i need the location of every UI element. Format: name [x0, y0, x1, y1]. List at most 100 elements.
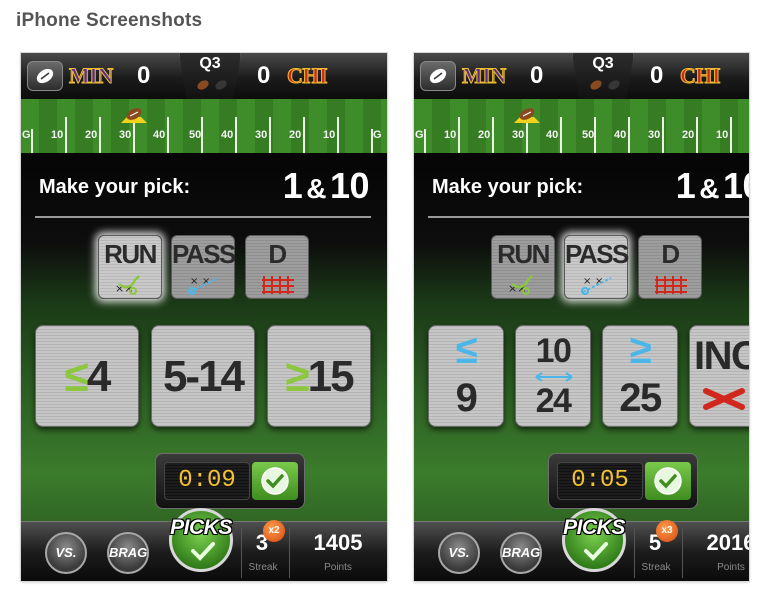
pick-timer: 0:09 — [155, 453, 305, 509]
yard-number: 30 — [648, 129, 661, 141]
less-equal-symbol: ≤ — [64, 352, 89, 401]
field-position-strip: G 10 20 30 40 50 40 30 20 10 G — [21, 99, 387, 153]
yard-line — [65, 117, 67, 153]
yard-number: 20 — [682, 129, 695, 141]
run-button[interactable]: RUN ×× — [491, 235, 555, 299]
incomplete-option[interactable]: INC — [689, 325, 749, 427]
ball-marker-icon — [514, 108, 540, 123]
divider — [682, 528, 683, 578]
yard-line — [235, 117, 237, 153]
menu-button[interactable] — [420, 61, 456, 91]
divider — [35, 216, 371, 218]
yardage-value: 4 — [86, 352, 112, 401]
down-number: 1 — [282, 165, 303, 206]
quarter-label: Q3 — [199, 55, 221, 72]
points-label: Points — [717, 562, 745, 573]
pick-prompt: Make your pick: — [432, 176, 584, 198]
yardage-value: 5-14 — [162, 352, 245, 401]
yardage-option-short[interactable]: ≤ 9 — [428, 325, 504, 427]
checkmark-icon — [584, 542, 608, 561]
yardage-option-medium[interactable]: 5-14 — [151, 325, 255, 427]
defense-icon — [655, 276, 687, 294]
yard-line — [492, 117, 494, 153]
yard-number: 10 — [716, 129, 729, 141]
yard-line — [662, 117, 664, 153]
yardage-option-long[interactable]: ≥ 25 — [602, 325, 678, 427]
yardage-value: 15 — [307, 352, 355, 401]
scoreboard: MIN 0 Q3 0 CHI — [21, 53, 387, 100]
run-button[interactable]: RUN ×× — [98, 235, 162, 299]
range-arrow-icon — [535, 372, 573, 382]
points-value: 1405 — [313, 530, 363, 555]
yard-line — [303, 117, 305, 153]
pass-button[interactable]: PASS × × — [564, 235, 629, 299]
brag-button[interactable]: BRAG — [107, 532, 149, 574]
yardage-option-medium[interactable]: 10 24 — [515, 325, 591, 427]
field-position-strip: G 10 20 30 40 50 40 30 20 10 G — [414, 99, 749, 153]
checkmark-icon — [654, 467, 682, 495]
home-team: MIN — [69, 63, 114, 89]
yard-number: 50 — [582, 129, 595, 141]
football-icon — [429, 68, 447, 84]
greater-equal-symbol: ≥ — [629, 328, 652, 372]
possession-football-icon — [197, 80, 209, 90]
yardage-range-start: 10 — [535, 332, 572, 370]
vs-button[interactable]: VS. — [45, 532, 87, 574]
defense-icon — [262, 276, 294, 294]
yard-line — [201, 117, 203, 153]
and-symbol: & — [699, 173, 719, 204]
run-label: RUN — [497, 239, 550, 269]
run-play-icon: ×× — [508, 275, 533, 295]
yardage-option-short[interactable]: ≤4 — [35, 325, 139, 427]
yard-number: 40 — [221, 129, 234, 141]
ball-marker-icon — [121, 108, 147, 123]
football-icon — [608, 80, 620, 90]
vs-button[interactable]: VS. — [438, 532, 480, 574]
menu-button[interactable] — [27, 61, 63, 91]
app-screen: MIN 0 Q3 0 CHI G 10 20 30 40 50 40 30 20… — [414, 53, 749, 581]
home-score: 0 — [137, 62, 151, 89]
yard-line — [730, 117, 732, 153]
distance-number: 10 — [329, 165, 370, 206]
defense-label: D — [661, 239, 680, 269]
streak-label: Streak — [641, 562, 671, 573]
pass-label: PASS — [172, 239, 236, 269]
points-value: 2016 — [706, 530, 749, 555]
incomplete-x-icon — [703, 388, 745, 410]
yard-number: 20 — [478, 129, 491, 141]
quarter-indicator: Q3 — [179, 53, 241, 99]
pick-prompt: Make your pick: — [39, 176, 191, 198]
divider — [289, 528, 290, 578]
less-equal-symbol: ≤ — [455, 328, 478, 372]
football-icon — [36, 68, 54, 84]
yard-number: 40 — [153, 129, 166, 141]
bottom-tab-bar: VS. BRAG PICKS 5 x3 Streak 2016 Points — [414, 508, 749, 581]
svg-text:×: × — [190, 276, 198, 287]
yard-line — [628, 117, 630, 153]
home-team: MIN — [462, 63, 507, 89]
away-score: 0 — [257, 62, 271, 89]
brag-button[interactable]: BRAG — [500, 532, 542, 574]
greater-equal-symbol: ≥ — [285, 352, 309, 401]
defense-button[interactable]: D — [245, 235, 309, 299]
pass-play-icon: × × — [188, 276, 219, 295]
yard-number: 10 — [323, 129, 336, 141]
quarter-label: Q3 — [592, 55, 614, 72]
screenshot-1[interactable]: MIN 0 Q3 0 CHI G 10 20 30 40 50 40 30 20… — [21, 53, 387, 581]
pass-play-icon: × × — [581, 276, 612, 295]
and-symbol: & — [306, 173, 326, 204]
yard-line — [337, 117, 339, 153]
pick-timer: 0:05 — [548, 453, 698, 509]
submit-pick-button[interactable] — [252, 462, 298, 500]
screenshot-2[interactable]: MIN 0 Q3 0 CHI G 10 20 30 40 50 40 30 20… — [414, 53, 749, 581]
pass-button[interactable]: PASS × × — [171, 235, 236, 299]
timer-readout: 0:05 — [557, 462, 643, 500]
submit-pick-button[interactable] — [645, 462, 691, 500]
yard-number: 30 — [255, 129, 268, 141]
yard-number: 50 — [189, 129, 202, 141]
defense-button[interactable]: D — [638, 235, 702, 299]
yardage-option-long[interactable]: ≥15 — [267, 325, 371, 427]
checkmark-icon — [191, 542, 215, 561]
yard-number: G — [22, 129, 31, 141]
app-screen: MIN 0 Q3 0 CHI G 10 20 30 40 50 40 30 20… — [21, 53, 387, 581]
